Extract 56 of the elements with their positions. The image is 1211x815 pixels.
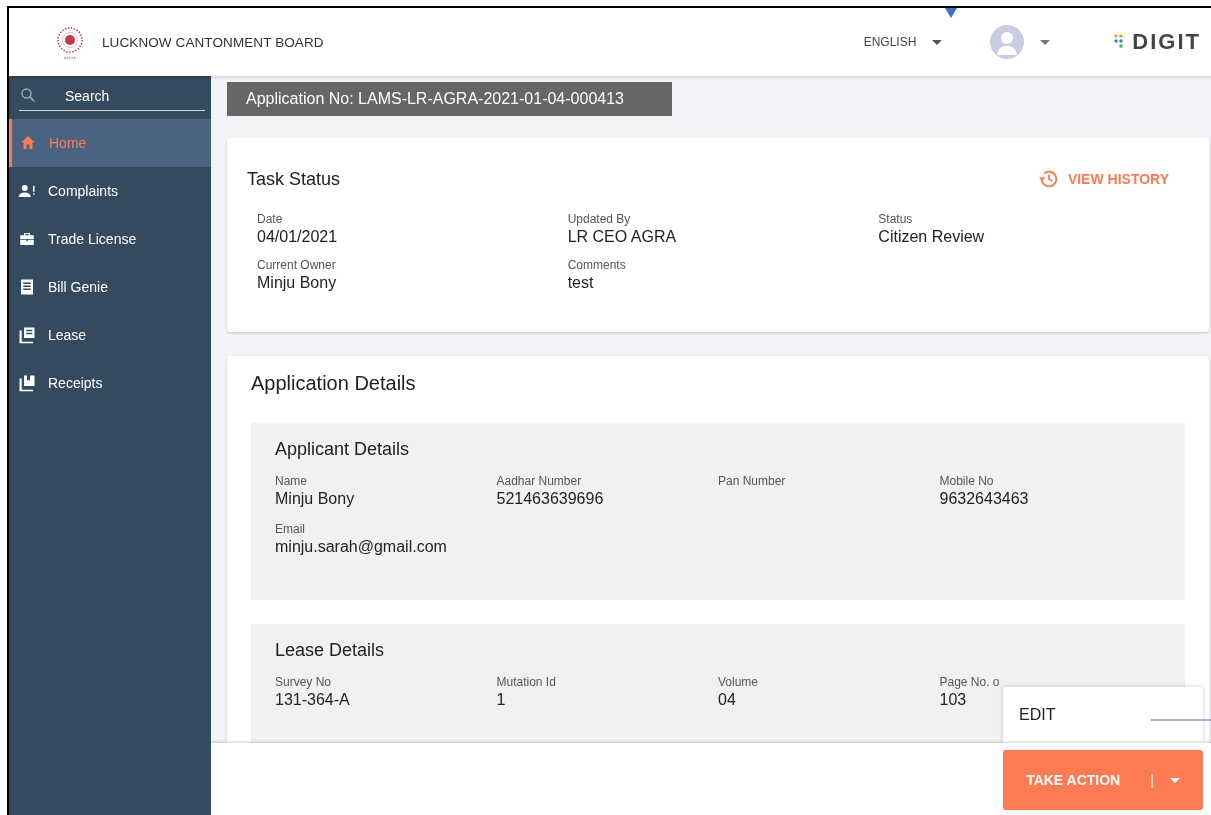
sidebar-item[interactable]: Trade License xyxy=(9,215,211,263)
field-label: Survey No xyxy=(275,675,332,689)
sidebar-item[interactable]: Complaints xyxy=(9,167,211,215)
person-icon xyxy=(18,182,36,200)
application-number-banner: Application No: LAMS-LR-AGRA-2021-01-04-000413 xyxy=(227,82,672,116)
field-label: Mutation Id xyxy=(496,675,556,689)
leader-line xyxy=(1151,719,1211,721)
field-value: 1 xyxy=(496,691,506,709)
field-label: Aadhar Number xyxy=(496,474,582,488)
field-label: Comments xyxy=(567,258,626,272)
section-title: Lease Details xyxy=(275,640,386,661)
field-label: Updated By xyxy=(567,212,631,226)
field-value: 131-364-A xyxy=(275,691,350,709)
field-label: Mobile No xyxy=(939,474,994,488)
field-value: 04 xyxy=(718,691,736,709)
field-label: Volume xyxy=(718,675,759,689)
sidebar-item[interactable]: Bill Genie xyxy=(9,263,211,311)
field-value: 521463639696 xyxy=(496,490,604,508)
field-value: 04/01/2021 xyxy=(257,228,338,246)
collection-icon xyxy=(18,374,36,392)
sidebar-item[interactable]: Receipts xyxy=(9,359,211,407)
caret-icon xyxy=(1040,39,1051,45)
search-icon xyxy=(19,86,37,104)
field-value: Minju Bony xyxy=(275,490,355,508)
home-icon xyxy=(19,134,37,152)
field-value: LR CEO AGRA xyxy=(567,228,677,246)
card-title: Task Status xyxy=(247,168,341,190)
field-label: Email xyxy=(275,522,305,536)
search-field[interactable]: Search xyxy=(45,82,195,108)
field-value: Minju Bony xyxy=(257,274,337,292)
field-value: Citizen Review xyxy=(878,228,985,246)
field-value: 9632643463 xyxy=(939,490,1029,508)
sidebar-item[interactable]: Lease xyxy=(9,311,211,359)
caret-icon xyxy=(1169,777,1180,783)
menu-item[interactable]: EDIT xyxy=(1019,706,1056,724)
field-label: Name xyxy=(275,474,307,488)
receipt-icon xyxy=(18,278,36,296)
field-value: minju.sarah@gmail.com xyxy=(275,538,447,556)
field-value: 103 xyxy=(939,691,967,709)
language-dropdown[interactable]: ENGLISH xyxy=(863,35,943,49)
section-title: Applicant Details xyxy=(275,439,411,460)
caret-icon xyxy=(932,39,943,45)
field-label: Status xyxy=(878,212,913,226)
card-title: Application Details xyxy=(251,372,417,395)
history-icon xyxy=(1037,168,1060,190)
field-value: test xyxy=(567,274,594,292)
field-label: Page No. o xyxy=(939,675,1000,689)
board-title: LUCKNOW CANTONMENT BOARD xyxy=(102,34,324,50)
briefcase-icon xyxy=(18,230,36,248)
brand-logo: DIGIT xyxy=(1132,29,1201,55)
library-icon xyxy=(18,326,36,344)
field-label: Date xyxy=(257,212,283,226)
avatar-icon xyxy=(990,25,1025,59)
field-label: Pan Number xyxy=(718,474,786,488)
field-label: Current Owner xyxy=(257,258,336,272)
user-menu[interactable] xyxy=(990,25,1051,59)
